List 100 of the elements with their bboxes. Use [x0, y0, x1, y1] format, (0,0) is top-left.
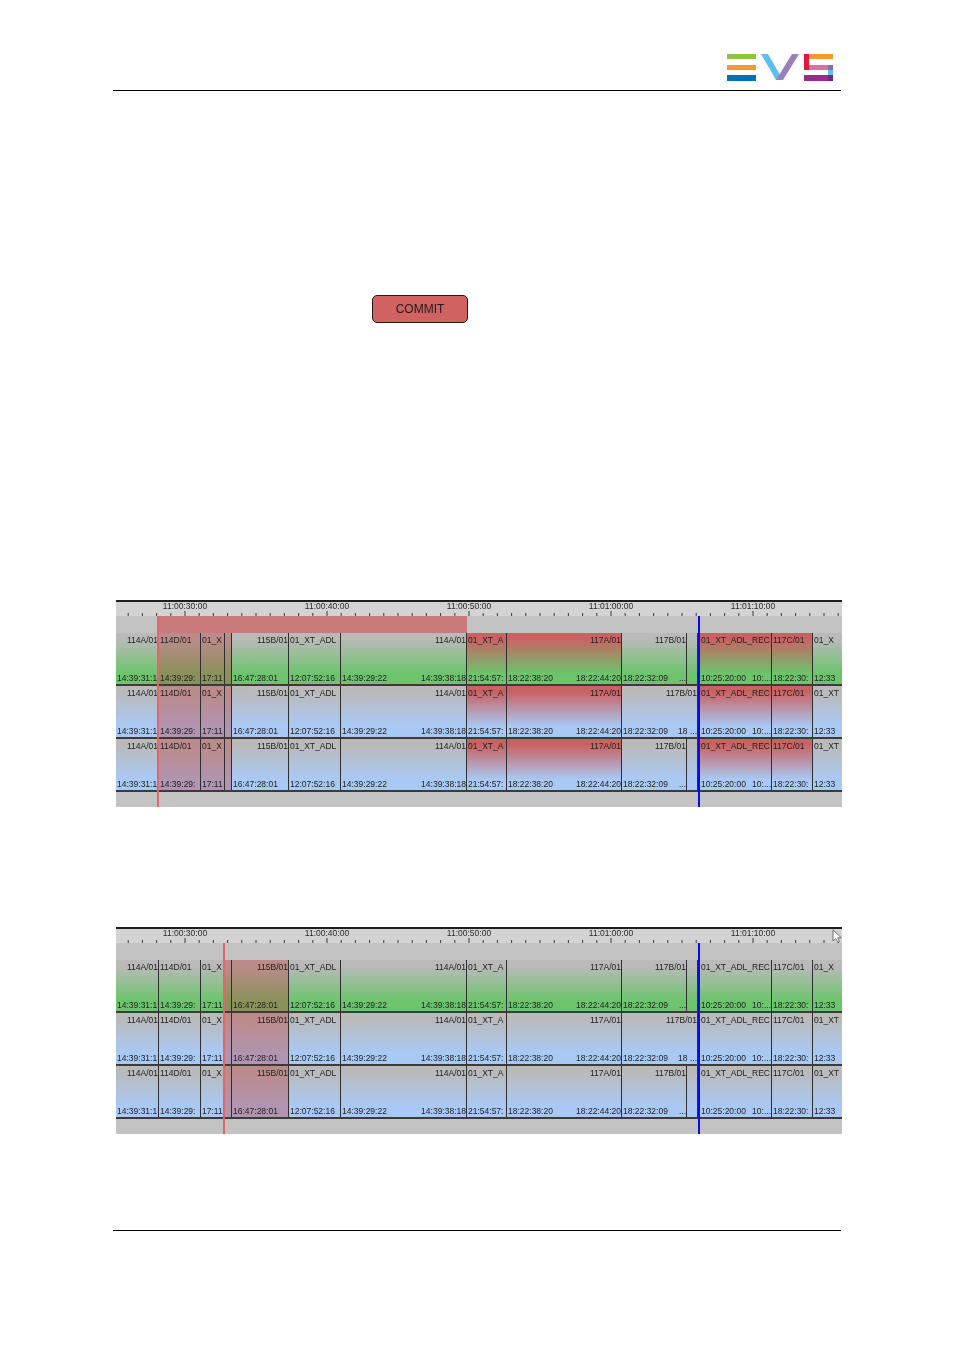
clip[interactable]: 117B/01 18:22:32:09 ... [622, 739, 687, 790]
clip[interactable] [225, 686, 232, 737]
clip[interactable]: 01_XT_ADL_REC 10:25:20:00 10:... [700, 686, 772, 737]
clip[interactable]: 01_XT 12:33 [813, 1013, 842, 1064]
clip[interactable]: 114D/01 14:39:29: [159, 960, 201, 1011]
clip[interactable]: 01_XT_A 21:54:57: [467, 1066, 507, 1117]
clip[interactable]: 115B/01 16:47:28:01 [232, 633, 289, 684]
clip-timecode: 16:47:28:01 [233, 779, 278, 789]
clip-timecode: 12:07:52:16 [290, 1000, 335, 1010]
clip[interactable] [225, 633, 232, 684]
clip[interactable]: 114A/01 14:39:29:22 14:39:38:18 [341, 960, 467, 1011]
clip[interactable]: 114D/01 14:39:29: [159, 739, 201, 790]
clip[interactable]: 117A/01 18:22:38:20 18:22:44:20 [507, 1066, 622, 1117]
clip[interactable]: 114D/01 14:39:29: [159, 1013, 201, 1064]
clip[interactable]: 117A/01 18:22:38:20 18:22:44:20 [507, 960, 622, 1011]
clip[interactable]: 01_XT_ADL 12:07:52:16 [289, 960, 341, 1011]
clip[interactable]: 114A/01 14:39:31:1 [116, 633, 159, 684]
clip[interactable]: 114A/01 14:39:31:1 [116, 739, 159, 790]
clip[interactable]: 117B/01 18:22:32:09 ... [622, 960, 687, 1011]
clip[interactable]: 117A/01 18:22:38:20 18:22:44:20 [507, 686, 622, 737]
clip[interactable]: 01_X 17:11 [201, 739, 225, 790]
clip[interactable] [225, 960, 232, 1011]
clip[interactable]: 01_XT_ADL_REC 10:25:20:00 10:... [700, 960, 772, 1011]
clip[interactable]: 01_X 17:11 [201, 1066, 225, 1117]
clip[interactable]: 01_XT_A 21:54:57: [467, 960, 507, 1011]
clip-name: 117A/01 [589, 1068, 621, 1078]
clip[interactable]: 117B/01 18:22:32:09 ... [622, 1066, 687, 1117]
clip[interactable]: 114D/01 14:39:29: [159, 633, 201, 684]
clip[interactable]: 117C/01 18:22:30: [772, 739, 813, 790]
clip[interactable]: 115B/01 16:47:28:01 [232, 1066, 289, 1117]
clip[interactable]: 117C/01 18:22:30: [772, 633, 813, 684]
clip[interactable] [687, 739, 698, 790]
clip[interactable]: 117A/01 18:22:38:20 18:22:44:20 [507, 1013, 622, 1064]
clip[interactable]: 114D/01 14:39:29: [159, 686, 201, 737]
clip[interactable]: 114A/01 14:39:31:1 [116, 686, 159, 737]
clip-timecode: 17:11 [202, 673, 223, 683]
clip[interactable]: 117C/01 18:22:30: [772, 1066, 813, 1117]
clip[interactable]: 114A/01 14:39:31:1 [116, 960, 159, 1011]
clip[interactable]: 01_XT_ADL 12:07:52:16 [289, 633, 341, 684]
clip[interactable] [225, 1066, 232, 1117]
clip[interactable]: 114A/01 14:39:29:22 14:39:38:18 [341, 633, 467, 684]
clip-name: 114D/01 [160, 1015, 192, 1025]
clip[interactable]: 117C/01 18:22:30: [772, 1013, 813, 1064]
clip[interactable]: 01_XT_ADL_REC 10:25:20:00 10:... [700, 1066, 772, 1117]
clip-name: 01_XT [814, 1015, 840, 1025]
clip-timecode: 10:... [752, 1053, 771, 1063]
clip[interactable]: 01_XT 12:33 [813, 686, 842, 737]
clip[interactable]: 115B/01 16:47:28:01 [232, 1013, 289, 1064]
clip[interactable]: 01_XT 12:33 [813, 739, 842, 790]
clip-timecode: 21:54:57: [468, 726, 504, 736]
clip-name: 117C/01 [773, 635, 805, 645]
commit-button[interactable]: COMMIT [372, 295, 468, 323]
clip[interactable]: 01_X 17:11 [201, 633, 225, 684]
clip[interactable]: 115B/01 16:47:28:01 [232, 739, 289, 790]
clip[interactable] [225, 739, 232, 790]
clip[interactable]: 117A/01 18:22:38:20 18:22:44:20 [507, 739, 622, 790]
clip[interactable]: 114A/01 14:39:29:22 14:39:38:18 [341, 686, 467, 737]
clip-timecode: 18:22:32:09 [623, 779, 668, 789]
clip[interactable]: 01_XT_ADL_REC 10:25:20:00 10:... [700, 1013, 772, 1064]
clip[interactable]: 114A/01 14:39:29:22 14:39:38:18 [341, 1013, 467, 1064]
clip[interactable]: 114A/01 14:39:31:1 [116, 1066, 159, 1117]
clip-name: 117A/01 [589, 688, 621, 698]
clip[interactable]: 115B/01 16:47:28:01 [232, 960, 289, 1011]
clip[interactable]: 117B/01 18:22:32:09 ... [622, 633, 687, 684]
clip[interactable]: 117C/01 18:22:30: [772, 960, 813, 1011]
clip[interactable]: 117C/01 18:22:30: [772, 686, 813, 737]
clip[interactable]: 114A/01 14:39:29:22 14:39:38:18 [341, 1066, 467, 1117]
clip-timecode: 17:11 [202, 1053, 223, 1063]
clip[interactable]: 01_XT_A 21:54:57: [467, 1013, 507, 1064]
clip[interactable]: 114A/01 14:39:31:1 [116, 1013, 159, 1064]
clip[interactable]: 115B/01 16:47:28:01 [232, 686, 289, 737]
clip-timecode: 12:07:52:16 [290, 779, 335, 789]
clip[interactable]: 01_XT_ADL_REC 10:25:20:00 10:... [700, 739, 772, 790]
clip[interactable]: 01_XT_ADL 12:07:52:16 [289, 1013, 341, 1064]
clip[interactable]: 01_XT_ADL 12:07:52:16 [289, 1066, 341, 1117]
clip[interactable]: 01_X 17:11 [201, 960, 225, 1011]
clip[interactable] [687, 960, 698, 1011]
clip[interactable]: 01_XT_ADL_REC 10:25:20:00 10:... [700, 633, 772, 684]
clip[interactable]: 01_XT_A 21:54:57: [467, 739, 507, 790]
clip[interactable]: 114D/01 14:39:29: [159, 1066, 201, 1117]
clip-timecode: 18:22:44:20 [576, 1000, 621, 1010]
clip[interactable]: 01_X 12:33 [813, 633, 842, 684]
clip[interactable]: 01_XT_ADL 12:07:52:16 [289, 739, 341, 790]
clip[interactable] [687, 1066, 698, 1117]
clip[interactable]: 01_XT_ADL 12:07:52:16 [289, 686, 341, 737]
clip[interactable]: 01_XT_A 21:54:57: [467, 633, 507, 684]
clip[interactable]: 117A/01 18:22:38:20 18:22:44:20 [507, 633, 622, 684]
clip[interactable]: 117B/01 18:22:32:09 18 ... [622, 1013, 698, 1064]
clip[interactable]: 114A/01 14:39:29:22 14:39:38:18 [341, 739, 467, 790]
clip[interactable]: 01_X 12:33 [813, 960, 842, 1011]
clip[interactable] [225, 1013, 232, 1064]
clip-name: 117B/01 [654, 962, 686, 972]
clip-name: 01_X [202, 1015, 222, 1025]
clip[interactable]: 01_X 17:11 [201, 686, 225, 737]
clip[interactable]: 01_XT_A 21:54:57: [467, 686, 507, 737]
clip-timecode: 12:33 [814, 1106, 836, 1116]
clip[interactable]: 01_XT 12:33 [813, 1066, 842, 1117]
clip[interactable]: 117B/01 18:22:32:09 18 ... [622, 686, 698, 737]
clip[interactable] [687, 633, 698, 684]
clip[interactable]: 01_X 17:11 [201, 1013, 225, 1064]
